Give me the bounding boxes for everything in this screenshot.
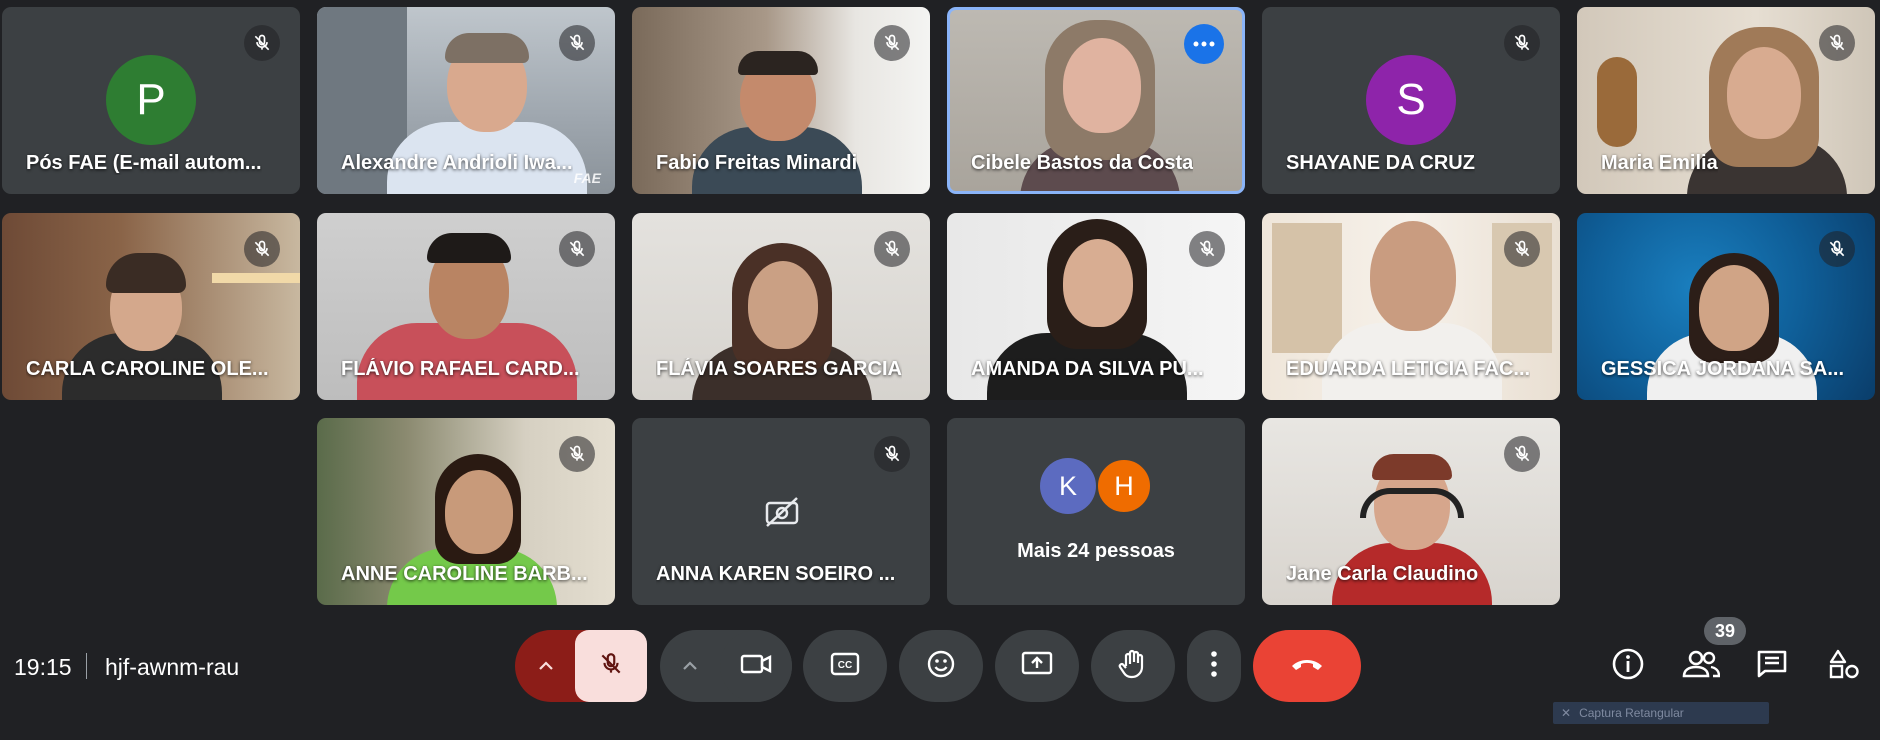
participant-name: CARLA CAROLINE OLE... (26, 358, 269, 380)
people-icon (1682, 649, 1721, 684)
more-participants-tile[interactable]: K H Mais 24 pessoas (947, 418, 1245, 605)
participant-name: Maria Emilia (1601, 152, 1718, 174)
participant-tile[interactable]: S SHAYANE DA CRUZ (1262, 7, 1560, 194)
mic-off-icon (874, 25, 910, 61)
microphone-toggle-button[interactable] (575, 630, 647, 702)
avatar: K (1040, 458, 1096, 514)
mic-off-icon (1189, 231, 1225, 267)
end-call-icon (1289, 656, 1325, 677)
camera-off-icon (764, 496, 800, 533)
participant-name: FLÁVIA SOARES GARCIA (656, 358, 902, 380)
present-icon (1021, 651, 1053, 682)
leave-call-button[interactable] (1253, 630, 1361, 702)
mic-off-icon (598, 651, 624, 682)
participant-tile[interactable]: FAE Alexandre Andrioli Iwa... (317, 7, 615, 194)
captions-icon: CC (830, 652, 860, 681)
screen-capture-tooltip: ✕ Captura Retangular (1553, 702, 1769, 724)
participant-tile[interactable]: Maria Emilia (1577, 7, 1875, 194)
more-options-button[interactable] (1187, 630, 1241, 702)
mic-off-icon (559, 436, 595, 472)
present-screen-button[interactable] (995, 630, 1079, 702)
participant-name: Alexandre Andrioli Iwa... (341, 152, 573, 174)
mic-off-icon (244, 25, 280, 61)
participant-name: ANNA KAREN SOEIRO ... (656, 563, 896, 585)
mic-off-icon (874, 436, 910, 472)
people-button[interactable] (1679, 645, 1723, 687)
mic-off-icon (559, 25, 595, 61)
participant-tile-active-speaker[interactable]: Cibele Bastos da Costa (947, 7, 1245, 194)
activities-icon (1828, 648, 1860, 685)
meeting-details-button[interactable] (1607, 645, 1649, 687)
raise-hand-icon (1118, 648, 1148, 685)
mic-off-icon (244, 231, 280, 267)
participant-tile[interactable]: EDUARDA LETICIA FAC... (1262, 213, 1560, 400)
captions-button[interactable]: CC (803, 630, 887, 702)
avatar: H (1096, 458, 1152, 514)
mic-control-group (515, 630, 647, 702)
participant-tile[interactable]: GESSICA JORDANA SA... (1577, 213, 1875, 400)
participant-name: Fabio Freitas Minardi (656, 152, 858, 174)
participant-name: AMANDA DA SILVA PU... (971, 358, 1204, 380)
mic-off-icon (1504, 25, 1540, 61)
reactions-button[interactable] (899, 630, 983, 702)
participant-name: EDUARDA LETICIA FAC... (1286, 358, 1531, 380)
participant-tile[interactable]: Jane Carla Claudino (1262, 418, 1560, 605)
mic-off-icon (559, 231, 595, 267)
svg-text:CC: CC (838, 660, 852, 671)
mic-off-icon (1819, 25, 1855, 61)
participant-tile[interactable]: P Pós FAE (E-mail autom... (2, 7, 300, 194)
tooltip-label: Captura Retangular (1579, 706, 1684, 720)
participant-tile[interactable]: FLÁVIO RAFAEL CARD... (317, 213, 615, 400)
raise-hand-button[interactable] (1091, 630, 1175, 702)
meeting-code: hjf-awnm-rau (105, 654, 240, 680)
mic-off-icon (874, 231, 910, 267)
participant-tile[interactable]: ANNE CAROLINE BARB... (317, 418, 615, 605)
participant-tile[interactable]: Fabio Freitas Minardi (632, 7, 930, 194)
participant-tile[interactable]: CARLA CAROLINE OLE... (2, 213, 300, 400)
activities-button[interactable] (1823, 645, 1865, 687)
participant-name: Pós FAE (E-mail autom... (26, 152, 262, 174)
participant-name: Jane Carla Claudino (1286, 563, 1479, 585)
participant-name: FLÁVIO RAFAEL CARD... (341, 358, 580, 380)
mic-off-icon (1504, 231, 1540, 267)
meeting-time: 19:15 (14, 654, 72, 680)
camera-toggle-button[interactable] (720, 630, 792, 702)
emoji-icon (926, 649, 956, 684)
chat-button[interactable] (1751, 645, 1793, 687)
avatar: P (106, 55, 196, 145)
participant-name: Cibele Bastos da Costa (971, 152, 1194, 174)
participant-name: SHAYANE DA CRUZ (1286, 152, 1475, 174)
chevron-up-icon[interactable] (660, 630, 720, 702)
capture-icon: ✕ (1561, 706, 1572, 720)
more-options-icon[interactable] (1184, 24, 1224, 64)
info-icon (1611, 647, 1645, 686)
participant-tile[interactable]: FLÁVIA SOARES GARCIA (632, 213, 930, 400)
chat-icon (1756, 649, 1788, 684)
mic-off-icon (1819, 231, 1855, 267)
watermark-logo: FAE (573, 170, 601, 186)
participant-count-badge: 39 (1704, 617, 1746, 645)
chevron-up-icon[interactable] (515, 630, 577, 702)
more-vert-icon (1211, 650, 1217, 682)
participant-name: GESSICA JORDANA SA... (1601, 358, 1844, 380)
participant-tile[interactable]: ANNA KAREN SOEIRO ... (632, 418, 930, 605)
avatar: S (1366, 55, 1456, 145)
mic-off-icon (1504, 436, 1540, 472)
more-participants-label: Mais 24 pessoas (1017, 540, 1175, 562)
camera-icon (740, 653, 772, 680)
participant-name: ANNE CAROLINE BARB... (341, 563, 588, 585)
camera-control-group (660, 630, 792, 702)
participant-tile[interactable]: AMANDA DA SILVA PU... (947, 213, 1245, 400)
divider (86, 653, 87, 679)
